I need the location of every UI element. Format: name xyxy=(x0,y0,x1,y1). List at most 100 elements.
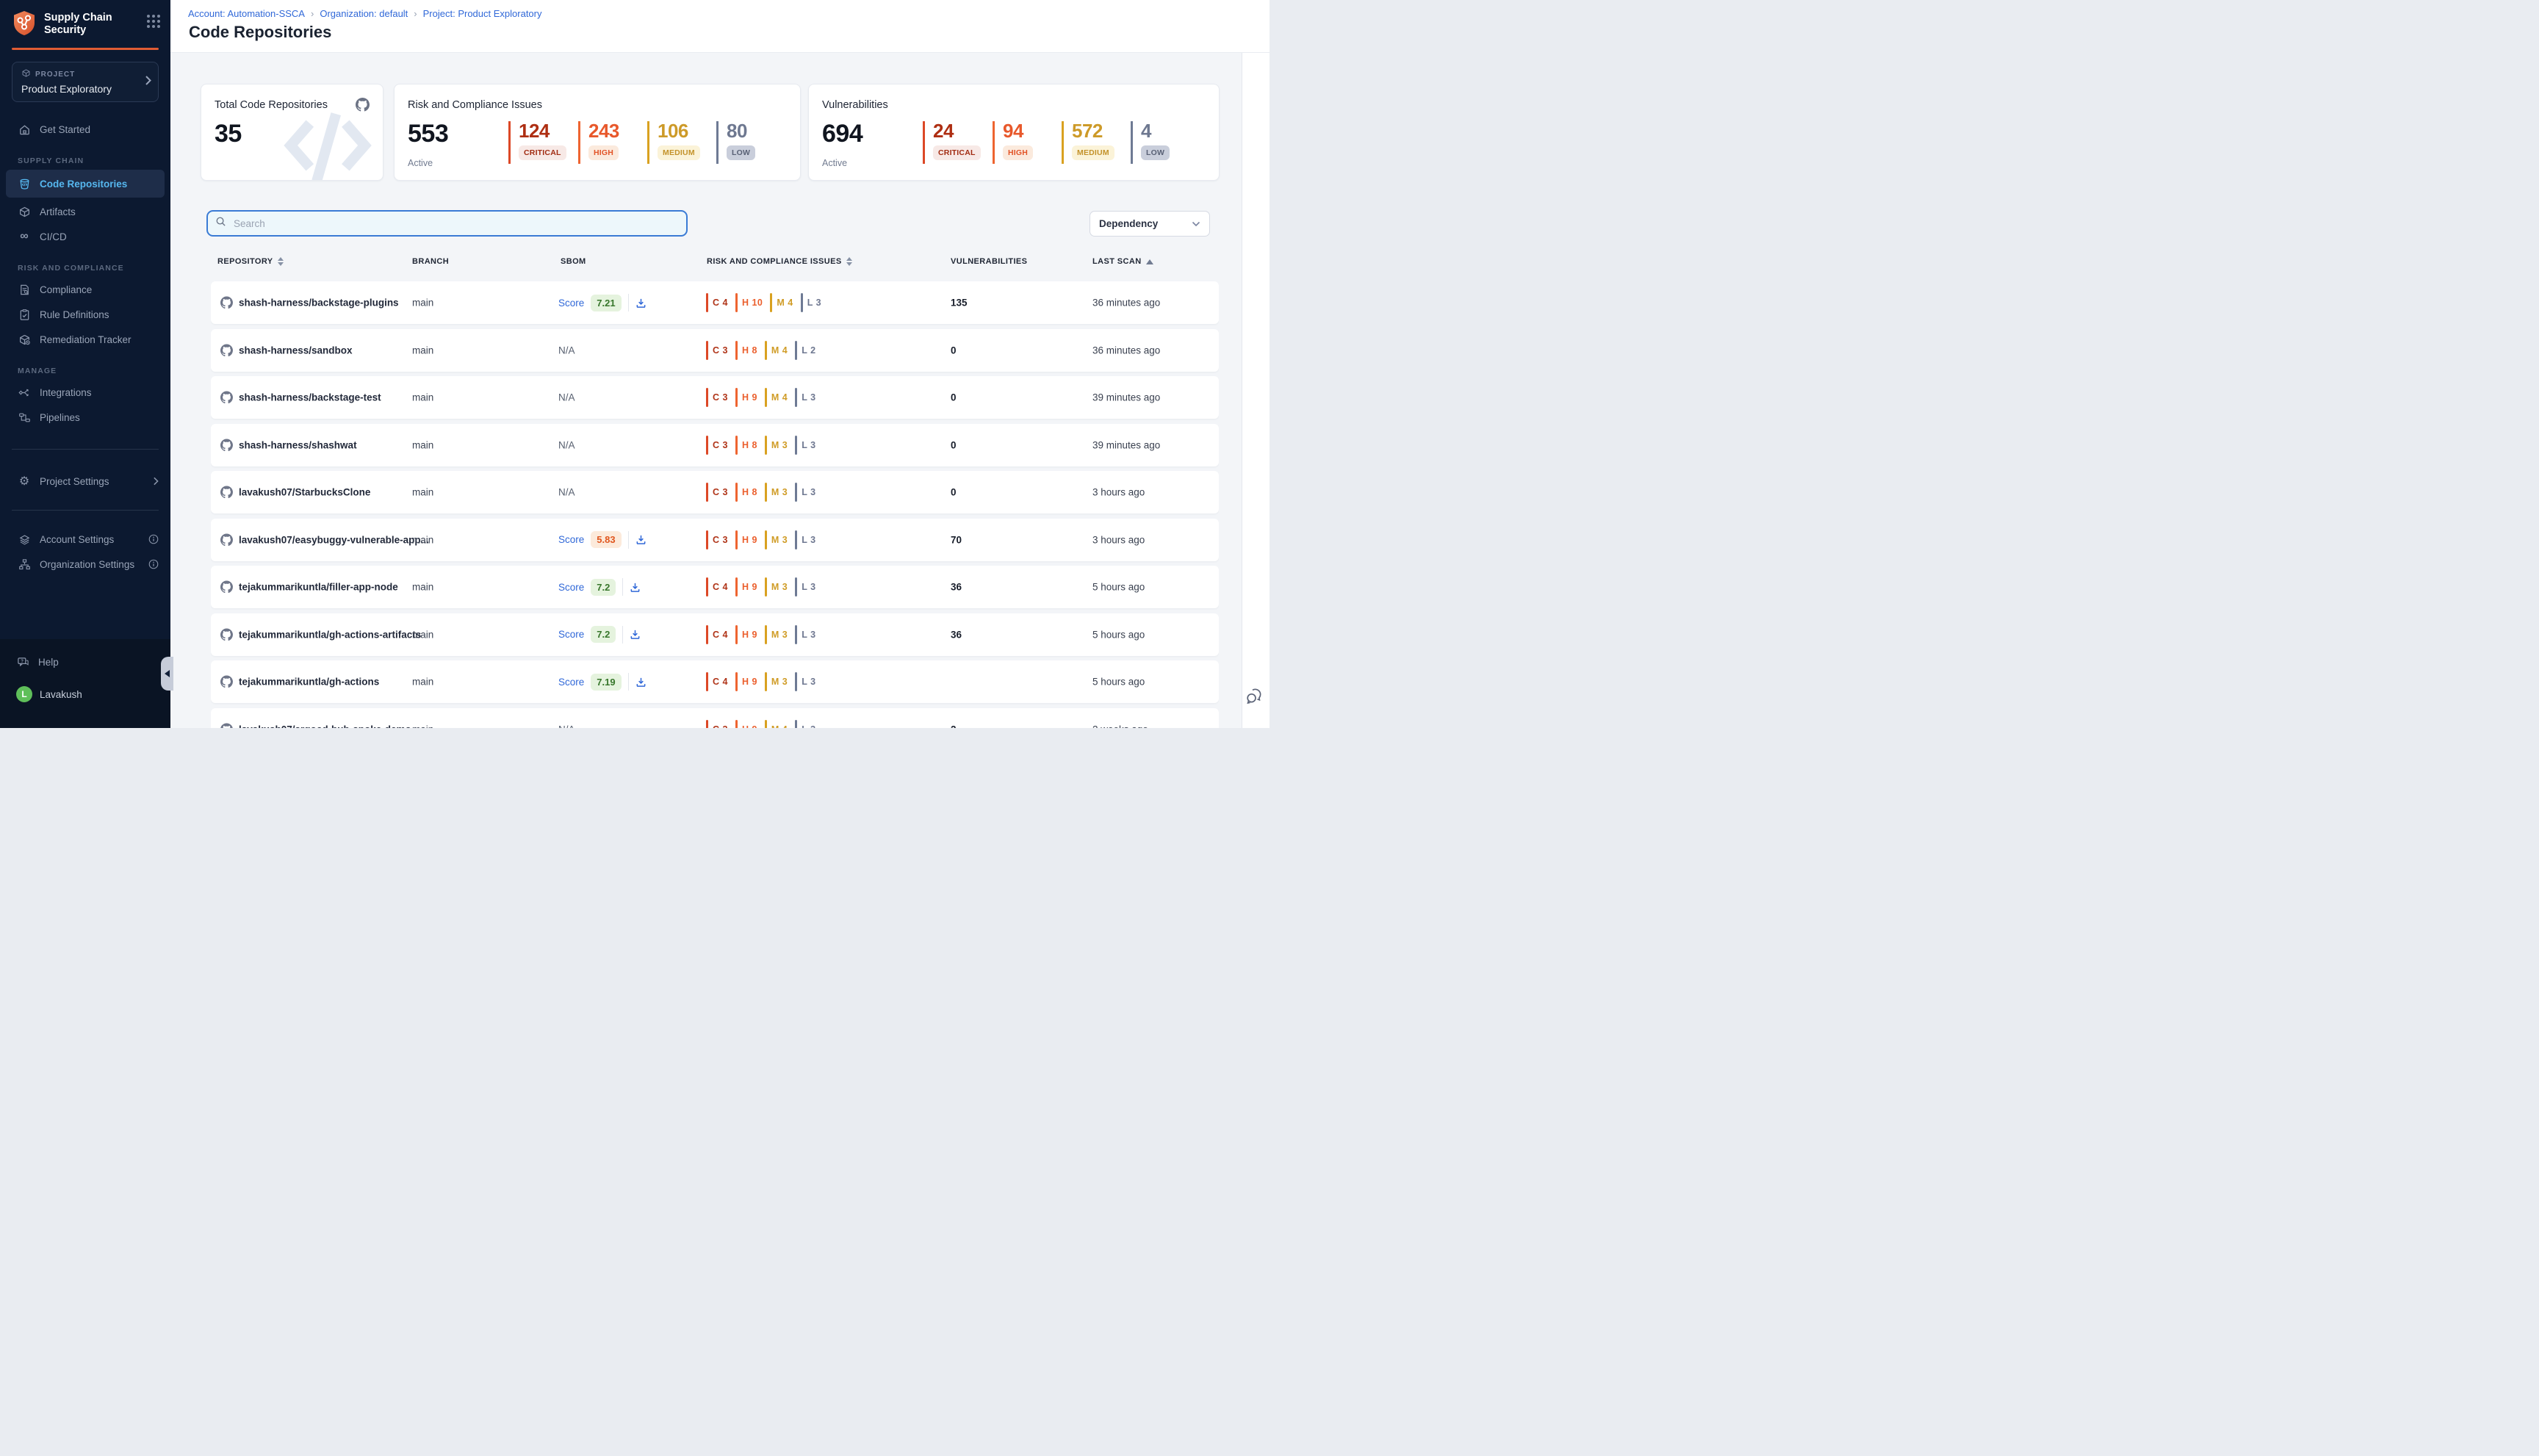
sbom-cell: N/A xyxy=(558,392,575,403)
severity-bar xyxy=(795,672,797,691)
severity-chip-label: H 10 xyxy=(742,298,763,308)
severity-chip: M 3 xyxy=(765,672,788,691)
table-row[interactable]: tejakummarikuntla/gh-actions-artifacts m… xyxy=(211,613,1219,656)
divider xyxy=(622,578,623,596)
github-icon xyxy=(220,392,233,404)
sbom-score-link[interactable]: Score xyxy=(558,582,584,593)
severity-chip: M 3 xyxy=(765,625,788,644)
download-sbom-icon[interactable] xyxy=(630,629,641,640)
sbom-cell: Score7.2 xyxy=(558,578,641,596)
sbom-score-link[interactable]: Score xyxy=(558,298,584,309)
sidebar-item-rule-definitions[interactable]: Rule Definitions xyxy=(0,302,170,327)
table-row[interactable]: shash-harness/backstage-test main N/A C … xyxy=(211,376,1219,419)
table-row[interactable]: shash-harness/shashwat main N/A C 3 H 8 … xyxy=(211,424,1219,466)
table-row[interactable]: lavakush07/StarbucksClone main N/A C 3 H… xyxy=(211,471,1219,513)
sidebar-item-remediation-tracker[interactable]: Remediation Tracker xyxy=(0,327,170,352)
sidebar-item-compliance[interactable]: Compliance xyxy=(0,277,170,302)
project-selector[interactable]: PROJECT Product Exploratory xyxy=(12,62,159,102)
column-header-repository[interactable]: REPOSITORY xyxy=(217,257,284,266)
download-sbom-icon[interactable] xyxy=(635,534,647,545)
sidebar-item-project-settings[interactable]: ⚙ Project Settings xyxy=(0,469,170,494)
branch-cell: main xyxy=(412,724,433,728)
severity-chip: C 3 xyxy=(706,483,728,502)
severity-bar xyxy=(735,483,738,502)
sidebar-item-artifacts[interactable]: Artifacts xyxy=(0,199,170,224)
sidebar-item-code-repositories[interactable]: Code Repositories xyxy=(6,170,165,198)
sbom-score-badge: 7.19 xyxy=(591,674,621,691)
column-header-branch: BRANCH xyxy=(412,257,449,266)
repo-name: shash-harness/backstage-plugins xyxy=(239,298,399,309)
table-row[interactable]: shash-harness/sandbox main N/A C 3 H 8 M… xyxy=(211,329,1219,372)
branch-cell: main xyxy=(412,677,433,688)
sidebar-item-label: Account Settings xyxy=(40,534,114,545)
table-row[interactable]: tejakummarikuntla/gh-actions main Score7… xyxy=(211,660,1219,703)
sidebar-item-account-settings[interactable]: Account Settings xyxy=(0,527,170,552)
brand-divider xyxy=(12,48,159,50)
sidebar-item-organization-settings[interactable]: Organization Settings xyxy=(0,552,170,577)
severity-count: 24 xyxy=(933,121,981,140)
app-switcher-icon[interactable] xyxy=(147,15,160,28)
severity-chip-label: M 4 xyxy=(777,298,793,308)
pipelines-icon xyxy=(18,411,31,424)
sbom-score-link[interactable]: Score xyxy=(558,629,584,640)
sidebar-item-pipelines[interactable]: Pipelines xyxy=(0,405,170,430)
breadcrumb-link[interactable]: Project: Product Exploratory xyxy=(423,8,542,19)
severity-bar xyxy=(765,530,767,549)
gear-icon: ⚙ xyxy=(18,475,31,488)
layers-gear-icon xyxy=(18,533,31,546)
sidebar-item-cicd[interactable]: ∞ CI/CD xyxy=(0,224,170,249)
sidebar-item-label: Get Started xyxy=(40,124,90,135)
last-scan-cell: 2 weeks ago xyxy=(1092,724,1148,728)
github-icon xyxy=(220,486,233,499)
issues-cell: C 3 H 8 M 3 L 3 xyxy=(706,483,816,502)
severity-chip-label: C 4 xyxy=(713,298,728,308)
repo-name: lavakush07/easybuggy-vulnerable-app... xyxy=(239,534,429,545)
card-risk-issues: Risk and Compliance Issues 553 Active 12… xyxy=(394,84,801,181)
severity-column: 572 MEDIUM xyxy=(1062,121,1114,164)
support-chat-icon[interactable] xyxy=(1245,688,1264,709)
sbom-cell: N/A xyxy=(558,487,575,498)
severity-chip: L 3 xyxy=(795,672,815,691)
integrations-icon xyxy=(18,386,31,399)
download-sbom-icon[interactable] xyxy=(635,298,647,309)
table-row[interactable]: lavakush07/argocd-hub-spoke-demo main N/… xyxy=(211,708,1219,729)
severity-chip-label: H 8 xyxy=(742,345,757,356)
severity-badge: HIGH xyxy=(588,145,619,160)
sidebar-item-get-started[interactable]: Get Started xyxy=(0,117,170,142)
table-row[interactable]: tejakummarikuntla/filler-app-node main S… xyxy=(211,566,1219,608)
column-header-last-scan[interactable]: LAST SCAN xyxy=(1092,257,1153,266)
download-sbom-icon[interactable] xyxy=(635,677,647,688)
severity-chip: C 3 xyxy=(706,388,728,407)
sbom-score-link[interactable]: Score xyxy=(558,677,584,688)
sbom-score-link[interactable]: Score xyxy=(558,534,584,545)
breadcrumb-link[interactable]: Account: Automation-SSCA xyxy=(188,8,305,19)
github-icon xyxy=(220,344,233,356)
table-row[interactable]: shash-harness/backstage-plugins main Sco… xyxy=(211,281,1219,324)
user-name: Lavakush xyxy=(40,689,82,700)
table-rows: shash-harness/backstage-plugins main Sco… xyxy=(211,281,1219,728)
filter-dropdown[interactable]: Dependency xyxy=(1090,211,1210,237)
sidebar-item-help[interactable]: ? Help xyxy=(0,649,170,674)
column-header-risk-issues[interactable]: RISK AND COMPLIANCE ISSUES xyxy=(707,257,852,266)
sidebar-item-integrations[interactable]: Integrations xyxy=(0,380,170,405)
severity-chip: H 9 xyxy=(735,388,757,407)
severity-chip-label: C 3 xyxy=(713,440,728,450)
severity-bar xyxy=(735,530,738,549)
column-header-vulnerabilities: VULNERABILITIES xyxy=(951,257,1027,266)
info-icon[interactable] xyxy=(148,559,159,569)
home-icon xyxy=(18,123,31,136)
user-menu[interactable]: L Lavakush xyxy=(0,682,170,707)
severity-badge: CRITICAL xyxy=(519,145,566,160)
severity-columns: 24 CRITICAL 94 HIGH 572 MEDIUM 4 LOW xyxy=(809,84,1219,180)
table-row[interactable]: lavakush07/easybuggy-vulnerable-app... m… xyxy=(211,519,1219,561)
breadcrumb-link[interactable]: Organization: default xyxy=(320,8,408,19)
github-icon xyxy=(220,297,233,309)
severity-bar xyxy=(706,436,708,455)
vulnerability-count: 135 xyxy=(951,298,968,309)
sidebar: Supply Chain Security PROJECT Product Ex… xyxy=(0,0,170,728)
severity-chip-label: C 3 xyxy=(713,535,728,545)
sidebar-collapse-handle[interactable] xyxy=(161,657,173,691)
search-input[interactable] xyxy=(232,217,679,230)
download-sbom-icon[interactable] xyxy=(630,582,641,593)
info-icon[interactable] xyxy=(148,534,159,544)
